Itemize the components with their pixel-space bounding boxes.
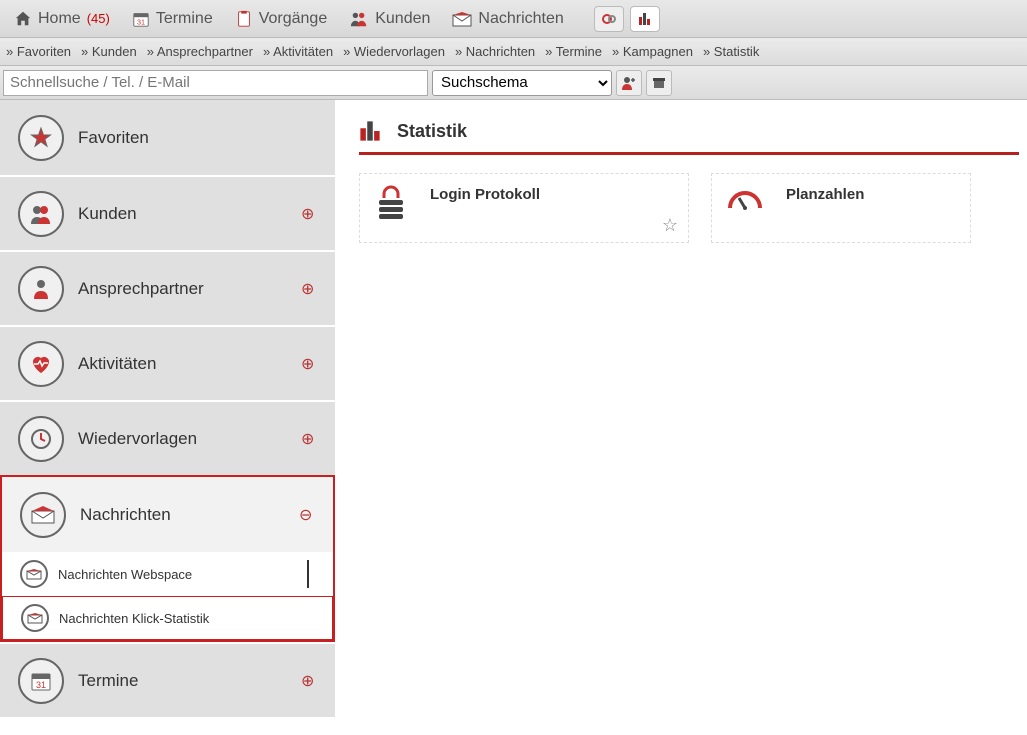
sidebar-label-kunden: Kunden bbox=[78, 204, 301, 224]
nav-nachrichten-label: Nachrichten bbox=[478, 10, 563, 28]
star-icon bbox=[18, 115, 64, 161]
nav-termine-label: Termine bbox=[156, 10, 213, 28]
people-icon bbox=[349, 10, 369, 28]
nav-vorgaenge-label: Vorgänge bbox=[259, 10, 328, 28]
lock-icon bbox=[374, 184, 408, 222]
clipboard-icon bbox=[235, 10, 253, 28]
svg-text:31: 31 bbox=[36, 680, 46, 690]
bc-nachrichten[interactable]: » Nachrichten bbox=[455, 44, 535, 59]
home-icon bbox=[14, 10, 32, 28]
heart-icon bbox=[18, 341, 64, 387]
sidebar-label-nachrichten: Nachrichten bbox=[80, 505, 299, 525]
nav-vorgaenge[interactable]: Vorgänge bbox=[227, 6, 336, 32]
svg-text:31: 31 bbox=[137, 17, 145, 26]
settings-button[interactable] bbox=[594, 6, 624, 32]
nav-kunden[interactable]: Kunden bbox=[341, 6, 438, 32]
page-header: Statistik bbox=[359, 120, 1019, 155]
expand-termine[interactable]: ⊕ bbox=[301, 671, 317, 691]
expand-wiedervorlagen[interactable]: ⊕ bbox=[301, 429, 317, 449]
sidebar-item-kunden[interactable]: Kunden ⊕ bbox=[0, 175, 335, 250]
bc-favoriten[interactable]: » Favoriten bbox=[6, 44, 71, 59]
archive-icon bbox=[651, 75, 667, 91]
sidebar-item-favoriten[interactable]: Favoriten bbox=[0, 100, 335, 175]
schema-select[interactable]: Suchschema bbox=[432, 70, 612, 96]
sidebar-item-wiedervorlagen[interactable]: Wiedervorlagen ⊕ bbox=[0, 400, 335, 475]
sidebar-label-aktivitaeten: Aktivitäten bbox=[78, 354, 301, 374]
stats-button[interactable] bbox=[630, 6, 660, 32]
breadcrumb-bar: » Favoriten » Kunden » Ansprechpartner »… bbox=[0, 38, 1027, 66]
gauge-icon bbox=[726, 184, 764, 212]
tile-login-label: Login Protokoll bbox=[430, 186, 540, 203]
sidebar-group-nachrichten: Nachrichten ⊖ Nachrichten Webspace Nachr… bbox=[0, 475, 335, 642]
mail-icon bbox=[452, 11, 472, 27]
clock-icon bbox=[18, 416, 64, 462]
nav-kunden-label: Kunden bbox=[375, 10, 430, 28]
search-input[interactable] bbox=[3, 70, 428, 96]
people-icon bbox=[18, 191, 64, 237]
bc-ansprechpartner[interactable]: » Ansprechpartner bbox=[147, 44, 253, 59]
tile-planzahlen-label: Planzahlen bbox=[786, 186, 864, 203]
nav-home[interactable]: Home (45) bbox=[6, 6, 118, 32]
nav-home-label: Home bbox=[38, 10, 81, 28]
expand-aktivitaeten[interactable]: ⊕ bbox=[301, 354, 317, 374]
sidebar-item-ansprechpartner[interactable]: Ansprechpartner ⊕ bbox=[0, 250, 335, 325]
sidebar: Favoriten Kunden ⊕ Ansprechpartner ⊕ Akt… bbox=[0, 100, 335, 717]
sidebar-sub-webspace-label: Nachrichten Webspace bbox=[58, 567, 192, 582]
mail-icon bbox=[20, 492, 66, 538]
sidebar-item-aktivitaeten[interactable]: Aktivitäten ⊕ bbox=[0, 325, 335, 400]
sidebar-item-termine[interactable]: 31 Termine ⊕ bbox=[0, 642, 335, 717]
page-title: Statistik bbox=[397, 121, 467, 142]
sidebar-sub-klickstatistik[interactable]: Nachrichten Klick-Statistik bbox=[2, 596, 333, 640]
bc-aktivitaeten[interactable]: » Aktivitäten bbox=[263, 44, 333, 59]
expand-kunden[interactable]: ⊕ bbox=[301, 204, 317, 224]
gear-icon bbox=[601, 11, 617, 27]
tile-planzahlen[interactable]: Planzahlen bbox=[711, 173, 971, 243]
scroll-indicator bbox=[307, 560, 309, 588]
archive-button[interactable] bbox=[646, 70, 672, 96]
nav-termine[interactable]: 31 Termine bbox=[124, 6, 221, 32]
collapse-nachrichten[interactable]: ⊖ bbox=[299, 505, 315, 525]
mail-icon bbox=[21, 604, 49, 632]
calendar-icon: 31 bbox=[132, 10, 150, 28]
sidebar-sub-webspace[interactable]: Nachrichten Webspace bbox=[2, 552, 333, 596]
bc-kunden[interactable]: » Kunden bbox=[81, 44, 137, 59]
bc-termine[interactable]: » Termine bbox=[545, 44, 602, 59]
nav-home-count: (45) bbox=[87, 11, 110, 26]
mail-icon bbox=[20, 560, 48, 588]
favorite-star-icon[interactable]: ☆ bbox=[662, 215, 678, 236]
chart-icon bbox=[359, 120, 381, 142]
main-area: Favoriten Kunden ⊕ Ansprechpartner ⊕ Akt… bbox=[0, 100, 1027, 717]
expand-ansprechpartner[interactable]: ⊕ bbox=[301, 279, 317, 299]
person-icon bbox=[18, 266, 64, 312]
bc-wiedervorlagen[interactable]: » Wiedervorlagen bbox=[343, 44, 445, 59]
search-bar: Suchschema bbox=[0, 66, 1027, 100]
bc-statistik[interactable]: » Statistik bbox=[703, 44, 759, 59]
sidebar-item-nachrichten[interactable]: Nachrichten ⊖ bbox=[2, 477, 333, 552]
calendar-icon: 31 bbox=[18, 658, 64, 704]
sidebar-label-favoriten: Favoriten bbox=[78, 128, 301, 148]
bc-kampagnen[interactable]: » Kampagnen bbox=[612, 44, 693, 59]
tile-login-protokoll[interactable]: Login Protokoll ☆ bbox=[359, 173, 689, 243]
sidebar-sub-klickstatistik-label: Nachrichten Klick-Statistik bbox=[59, 611, 209, 626]
person-plus-icon bbox=[621, 75, 637, 91]
nav-nachrichten[interactable]: Nachrichten bbox=[444, 6, 571, 32]
sidebar-label-ansprechpartner: Ansprechpartner bbox=[78, 279, 301, 299]
add-contact-button[interactable] bbox=[616, 70, 642, 96]
chart-icon bbox=[637, 11, 653, 27]
content-area: Statistik Login Protokoll ☆ Planzahlen bbox=[335, 100, 1027, 717]
top-nav: Home (45) 31 Termine Vorgänge Kunden Nac… bbox=[0, 0, 1027, 38]
sidebar-label-wiedervorlagen: Wiedervorlagen bbox=[78, 429, 301, 449]
tile-grid: Login Protokoll ☆ Planzahlen bbox=[359, 173, 1019, 243]
sidebar-label-termine: Termine bbox=[78, 671, 301, 691]
